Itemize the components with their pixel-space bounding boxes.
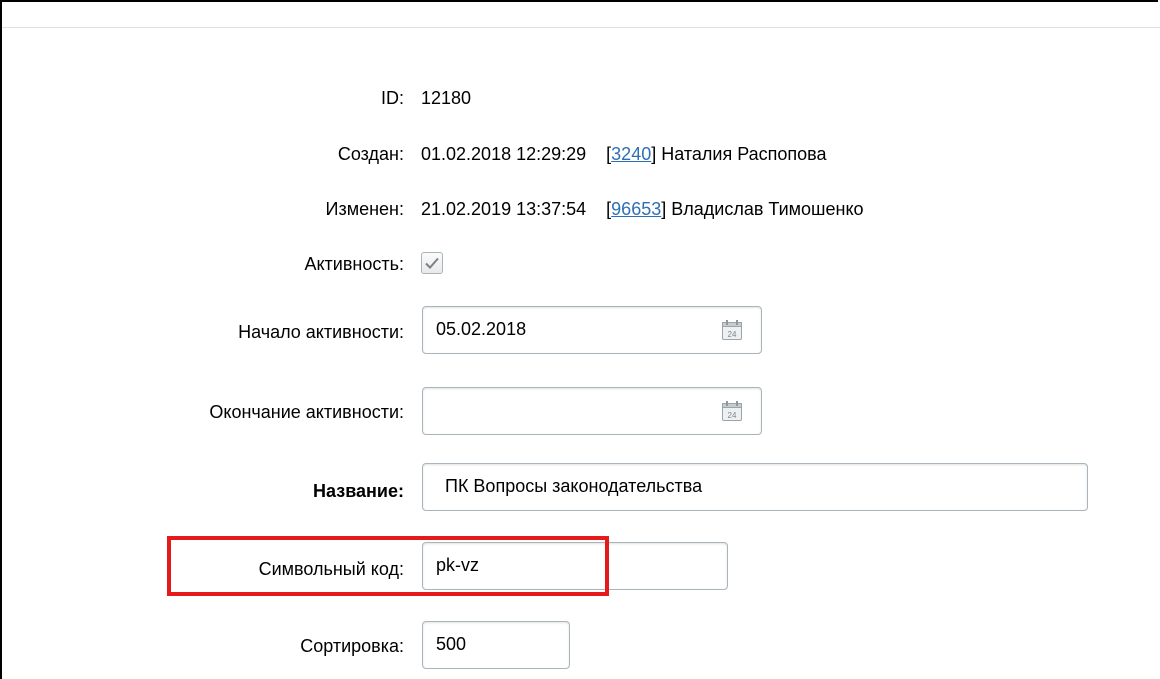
created-user-link[interactable]: 3240 <box>611 144 651 164</box>
calendar-icon[interactable]: 24 <box>721 319 743 341</box>
header-divider <box>2 27 1160 28</box>
calendar-icon[interactable]: 24 <box>721 400 743 422</box>
sort-label: Сортировка: <box>300 636 404 656</box>
modified-user-link[interactable]: 96653 <box>611 199 661 219</box>
active-label: Активность: <box>304 254 404 274</box>
active-from-label: Начало активности: <box>238 322 404 342</box>
name-label: Название: <box>313 481 404 501</box>
checkmark-icon <box>425 257 439 269</box>
created-label: Создан: <box>337 144 404 164</box>
svg-text:24: 24 <box>728 411 737 420</box>
active-to-field[interactable]: 24 <box>422 387 762 435</box>
highlight-box <box>167 536 609 596</box>
active-from-value: 05.02.2018 <box>436 319 527 339</box>
active-from-field[interactable]: 05.02.2018 24 <box>422 306 762 354</box>
active-to-label: Окончание активности: <box>209 402 404 422</box>
created-value: 01.02.2018 12:29:29 [3240] Наталия Распо… <box>421 144 827 164</box>
name-input[interactable]: ПК Вопросы законодательства <box>422 463 1088 511</box>
id-value: 12180 <box>421 88 472 108</box>
created-datetime: 01.02.2018 12:29:29 <box>421 144 587 164</box>
sort-input[interactable]: 500 <box>422 621 570 669</box>
svg-text:24: 24 <box>728 330 737 339</box>
modified-user-name: Владислав Тимошенко <box>671 199 864 219</box>
modified-datetime: 21.02.2019 13:37:54 <box>421 199 587 219</box>
modified-label: Изменен: <box>325 199 404 219</box>
modified-value: 21.02.2019 13:37:54 [96653] Владислав Ти… <box>421 199 864 219</box>
active-checkbox[interactable] <box>421 252 443 274</box>
created-user-name: Наталия Распопова <box>661 144 827 164</box>
id-label: ID: <box>380 88 404 108</box>
